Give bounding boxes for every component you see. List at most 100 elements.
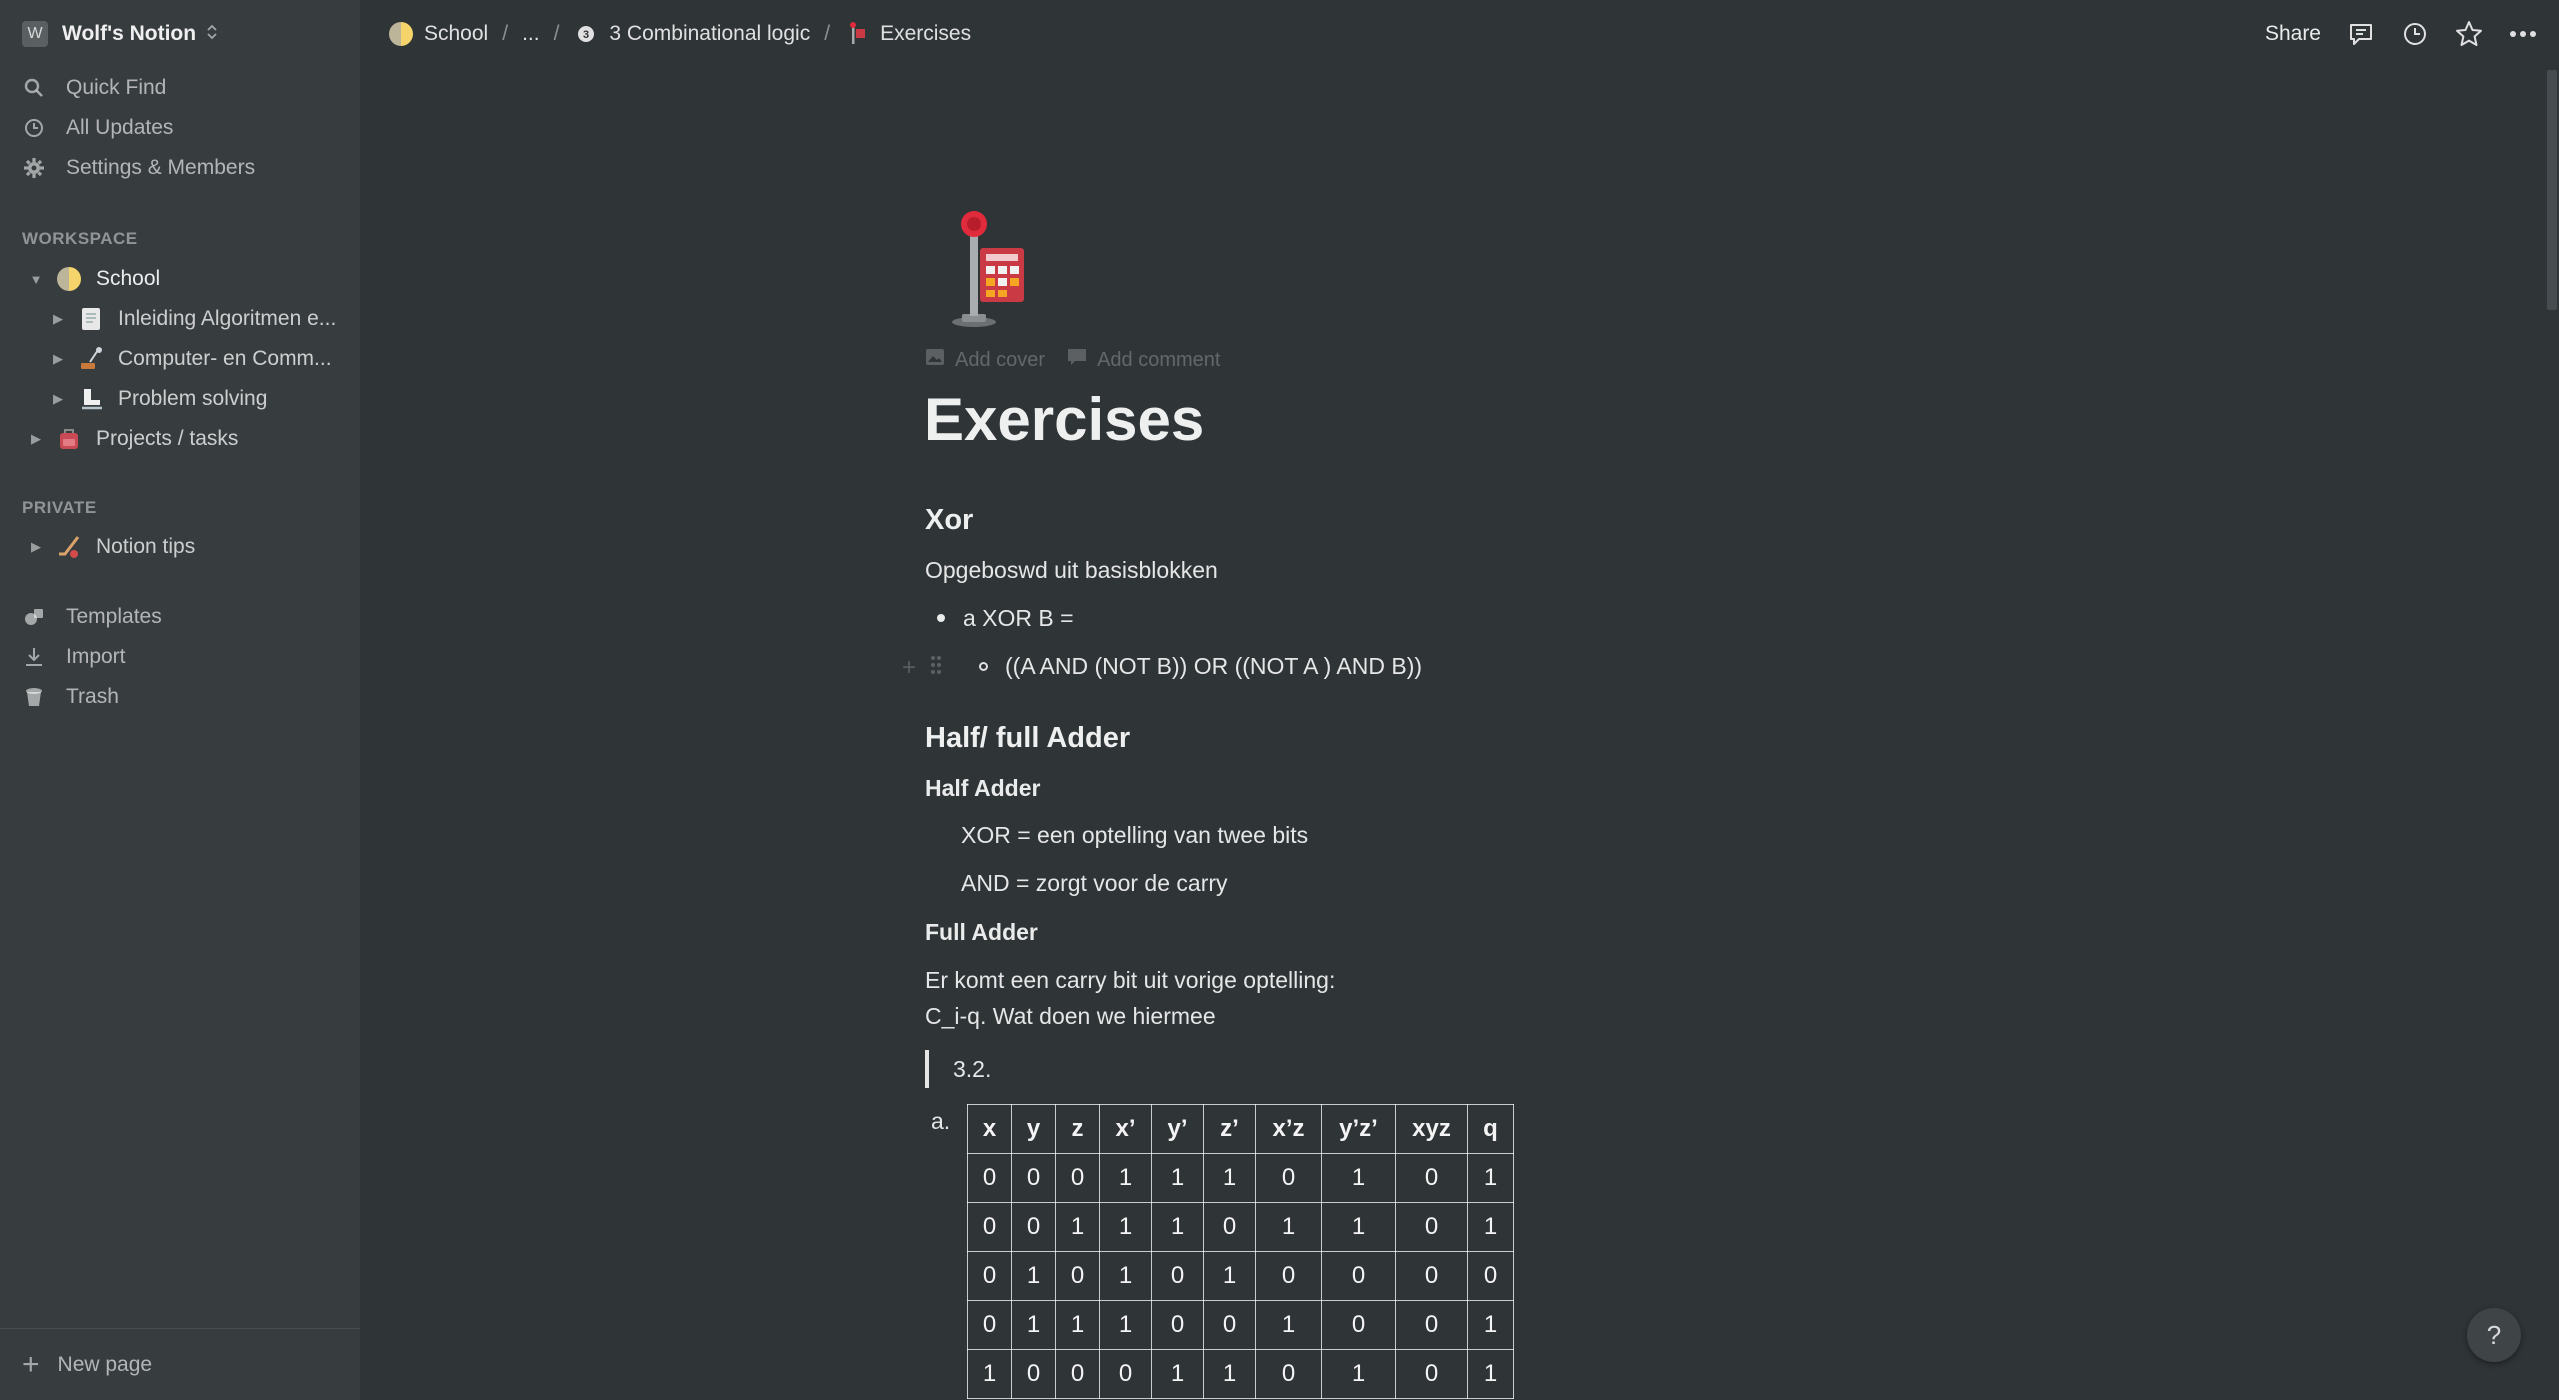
caret-right-icon[interactable]: ▶ <box>48 391 68 407</box>
table-cell[interactable]: 0 <box>1255 1153 1322 1203</box>
comment-icon[interactable] <box>2347 20 2375 48</box>
plus-icon[interactable]: + <box>902 654 916 682</box>
table-cell[interactable]: 1 <box>1203 1349 1256 1399</box>
more-icon[interactable] <box>2509 20 2537 48</box>
share-button[interactable]: Share <box>2265 22 2321 46</box>
page-title[interactable]: Exercises <box>924 385 1204 454</box>
bullet-item[interactable]: a XOR B = <box>937 600 1074 636</box>
bus-stop-icon[interactable] <box>940 210 1036 330</box>
sidebar-item-computer-comm[interactable]: ▶ Computer- en Comm... <box>48 342 332 376</box>
table-header-cell[interactable]: z’ <box>1203 1104 1256 1154</box>
table-cell[interactable]: 0 <box>1395 1349 1468 1399</box>
sidebar-item-notion-tips[interactable]: ▶ Notion tips <box>26 530 195 564</box>
table-cell[interactable]: 1 <box>1055 1300 1100 1350</box>
block-handle[interactable]: + <box>902 654 942 682</box>
table-cell[interactable]: 1 <box>1099 1202 1152 1252</box>
breadcrumb-combinational-logic[interactable]: 3 3 Combinational logic <box>573 21 810 47</box>
table-cell[interactable]: 1 <box>1011 1251 1056 1301</box>
table-cell[interactable]: 1 <box>1321 1153 1396 1203</box>
table-cell[interactable]: 1 <box>1467 1202 1514 1252</box>
table-header-cell[interactable]: x <box>967 1104 1012 1154</box>
table-cell[interactable]: 1 <box>967 1349 1012 1399</box>
table-header-cell[interactable]: z <box>1055 1104 1100 1154</box>
star-icon[interactable] <box>2455 20 2483 48</box>
table-cell[interactable]: 0 <box>1321 1251 1396 1301</box>
caret-down-icon[interactable]: ▼ <box>26 272 46 287</box>
table-cell[interactable]: 0 <box>967 1202 1012 1252</box>
quote-block[interactable]: 3.2. <box>925 1050 991 1088</box>
table-cell[interactable]: 1 <box>1467 1349 1514 1399</box>
table-cell[interactable]: 1 <box>1203 1153 1256 1203</box>
table-cell[interactable]: 0 <box>1011 1349 1056 1399</box>
table-cell[interactable]: 1 <box>1203 1251 1256 1301</box>
truth-table[interactable]: x y z x’ y’ z’ x’z y’z’ xyz q 0 0 0 1 1 … <box>967 1104 1514 1399</box>
help-button[interactable]: ? <box>2467 1308 2521 1362</box>
table-cell[interactable]: 1 <box>1099 1251 1152 1301</box>
half-adder-line-1[interactable]: XOR = een optelling van twee bits <box>961 817 1308 853</box>
caret-right-icon[interactable]: ▶ <box>48 351 68 367</box>
workspace-switcher[interactable]: W Wolf's Notion <box>22 20 218 48</box>
table-cell[interactable]: 0 <box>1011 1153 1056 1203</box>
table-cell[interactable]: 1 <box>1151 1349 1204 1399</box>
scrollbar-thumb[interactable] <box>2547 70 2557 310</box>
table-cell[interactable]: 0 <box>1011 1202 1056 1252</box>
all-updates-button[interactable]: All Updates <box>22 112 173 144</box>
settings-button[interactable]: Settings & Members <box>22 152 255 184</box>
table-header-cell[interactable]: xyz <box>1395 1104 1468 1154</box>
table-cell[interactable]: 1 <box>1255 1300 1322 1350</box>
add-comment-button[interactable]: Add comment <box>1067 348 1220 372</box>
templates-button[interactable]: Templates <box>22 601 162 633</box>
table-cell[interactable]: 1 <box>1055 1202 1100 1252</box>
heading-full-adder[interactable]: Full Adder <box>925 919 1038 946</box>
table-cell[interactable]: 0 <box>1255 1251 1322 1301</box>
caret-right-icon[interactable]: ▶ <box>26 539 46 555</box>
table-cell[interactable]: 0 <box>1255 1349 1322 1399</box>
table-cell[interactable]: 0 <box>1055 1153 1100 1203</box>
import-button[interactable]: Import <box>22 641 126 673</box>
trash-button[interactable]: Trash <box>22 681 119 713</box>
table-header-cell[interactable]: x’z <box>1255 1104 1322 1154</box>
table-cell[interactable]: 1 <box>1255 1202 1322 1252</box>
table-cell[interactable]: 0 <box>1395 1202 1468 1252</box>
table-cell[interactable]: 0 <box>1321 1300 1396 1350</box>
sidebar-item-school[interactable]: ▼ School <box>26 262 160 296</box>
table-cell[interactable]: 0 <box>967 1300 1012 1350</box>
breadcrumb-exercises[interactable]: Exercises <box>844 21 971 47</box>
heading-adder[interactable]: Half/ full Adder <box>925 722 1130 755</box>
table-cell[interactable]: 0 <box>1203 1202 1256 1252</box>
sidebar-item-inleiding[interactable]: ▶ Inleiding Algoritmen e... <box>48 302 336 336</box>
table-cell[interactable]: 0 <box>1203 1300 1256 1350</box>
table-header-cell[interactable]: y’z’ <box>1321 1104 1396 1154</box>
drag-handle-icon[interactable] <box>930 654 942 682</box>
table-cell[interactable]: 0 <box>967 1153 1012 1203</box>
new-page-button[interactable]: + New page <box>0 1328 360 1400</box>
add-cover-button[interactable]: Add cover <box>925 348 1045 372</box>
sub-bullet-item[interactable]: ((A AND (NOT B)) OR ((NOT A ) AND B)) <box>979 648 1422 684</box>
table-cell[interactable]: 0 <box>1395 1251 1468 1301</box>
table-cell[interactable]: 1 <box>1099 1300 1152 1350</box>
table-header-cell[interactable]: y’ <box>1151 1104 1204 1154</box>
sidebar-item-problem-solving[interactable]: ▶ Problem solving <box>48 382 267 416</box>
table-cell[interactable]: 0 <box>1055 1251 1100 1301</box>
caret-right-icon[interactable]: ▶ <box>48 311 68 327</box>
table-cell[interactable]: 0 <box>1395 1153 1468 1203</box>
table-cell[interactable]: 0 <box>967 1251 1012 1301</box>
table-cell[interactable]: 0 <box>1151 1300 1204 1350</box>
table-header-cell[interactable]: q <box>1467 1104 1514 1154</box>
table-cell[interactable]: 0 <box>1055 1349 1100 1399</box>
table-cell[interactable]: 0 <box>1151 1251 1204 1301</box>
caret-right-icon[interactable]: ▶ <box>26 431 46 447</box>
breadcrumb-ellipsis[interactable]: ... <box>522 22 540 46</box>
table-cell[interactable]: 1 <box>1151 1153 1204 1203</box>
table-cell[interactable]: 0 <box>1467 1251 1514 1301</box>
table-cell[interactable]: 1 <box>1151 1202 1204 1252</box>
breadcrumb-school[interactable]: School <box>388 21 488 47</box>
table-header-cell[interactable]: x’ <box>1099 1104 1152 1154</box>
table-cell[interactable]: 1 <box>1321 1349 1396 1399</box>
table-cell[interactable]: 0 <box>1395 1300 1468 1350</box>
table-cell[interactable]: 1 <box>1011 1300 1056 1350</box>
xor-paragraph[interactable]: Opgeboswd uit basisblokken <box>925 552 1218 588</box>
sidebar-item-projects[interactable]: ▶ Projects / tasks <box>26 422 238 456</box>
table-cell[interactable]: 1 <box>1321 1202 1396 1252</box>
history-icon[interactable] <box>2401 20 2429 48</box>
